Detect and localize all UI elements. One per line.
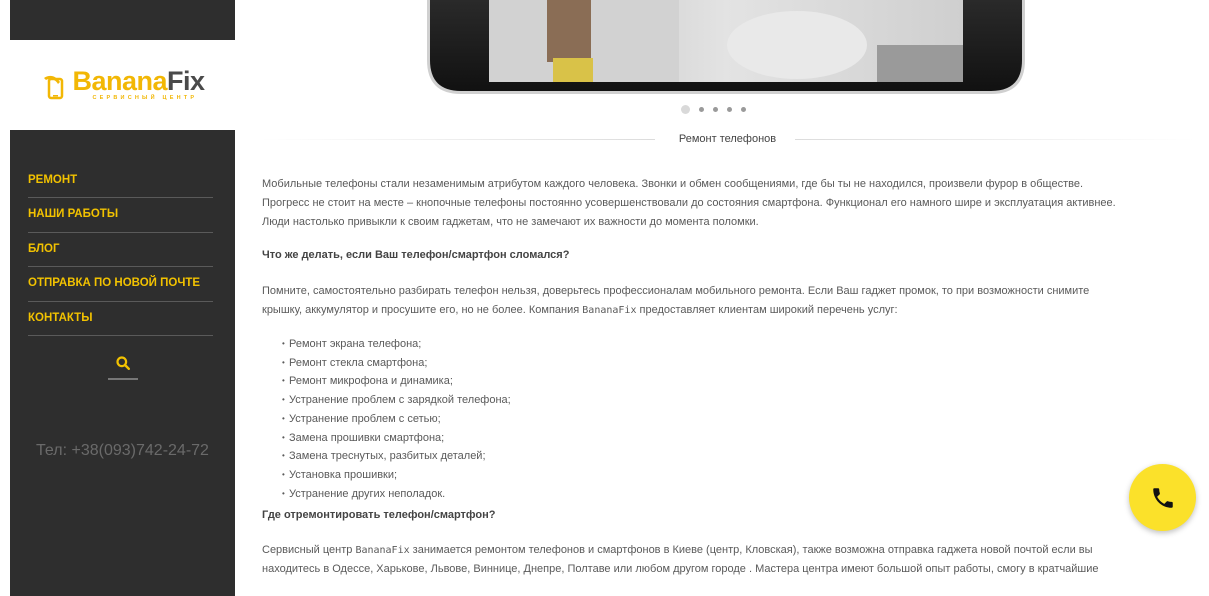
nav-item-our-works[interactable]: НАШИ РАБОТЫ: [28, 198, 213, 233]
slider-dot-2[interactable]: [699, 107, 704, 112]
article-body: Мобильные телефоны стали незаменимым атр…: [262, 175, 1192, 579]
heading-what-to-do: Что же делать, если Ваш телефон/смартфон…: [262, 249, 570, 261]
slider-dot-4[interactable]: [727, 107, 732, 112]
nav-item-repair[interactable]: РЕМОНТ: [28, 164, 213, 198]
logo-area: BananaFix СЕРВИСНЫЙ ЦЕНТР: [10, 40, 235, 130]
list-item: Устранение других неполадок.: [282, 485, 1192, 504]
main-content: Ремонт телефонов Мобильные телефоны стал…: [260, 0, 1195, 596]
main-nav: РЕМОНТ НАШИ РАБОТЫ БЛОГ ОТПРАВКА ПО НОВО…: [28, 164, 213, 336]
nav-item-blog[interactable]: БЛОГ: [28, 233, 213, 267]
phone-icon: [1152, 487, 1173, 508]
services-list: Ремонт экрана телефона; Ремонт стекла см…: [262, 335, 1192, 503]
heading-where-to-repair: Где отремонтировать телефон/смартфон?: [262, 509, 496, 522]
nav-item-contacts[interactable]: КОНТАКТЫ: [28, 302, 213, 336]
list-item: Ремонт микрофона и динамика;: [282, 372, 1192, 391]
sidebar-phone: Тел: +38(093)742-24-72: [36, 442, 209, 459]
brand-name: BananaFix: [355, 545, 410, 557]
divider: [260, 139, 655, 140]
slider-pagination: [681, 105, 746, 114]
logo-link[interactable]: BananaFix СЕРВИСНЫЙ ЦЕНТР: [40, 66, 205, 102]
paragraph-advice: Помните, самостоятельно разбирать телефо…: [262, 285, 1090, 316]
divider: [795, 139, 1195, 140]
paragraph-service-center: Сервисный центр BananaFix занимается рем…: [262, 544, 1099, 576]
slider-dot-1[interactable]: [681, 105, 690, 114]
list-item: Замена прошивки смартфона;: [282, 429, 1192, 448]
call-button[interactable]: [1129, 464, 1196, 531]
sidebar: BananaFix СЕРВИСНЫЙ ЦЕНТР РЕМОНТ НАШИ РА…: [10, 0, 235, 596]
search-icon: [115, 356, 130, 370]
section-title: Ремонт телефонов: [670, 133, 785, 145]
slider-dot-5[interactable]: [741, 107, 746, 112]
slider-dot-3[interactable]: [713, 107, 718, 112]
phone-slider-image: [427, 0, 1025, 94]
section-header: Ремонт телефонов: [260, 130, 1195, 148]
search-button[interactable]: [107, 356, 138, 380]
list-item: Ремонт стекла смартфона;: [282, 354, 1192, 373]
paragraph-intro: Мобильные телефоны стали незаменимым атр…: [262, 178, 1116, 228]
list-item: Устранение проблем с сетью;: [282, 410, 1192, 429]
list-item: Устранение проблем с зарядкой телефона;: [282, 391, 1192, 410]
list-item: Ремонт экрана телефона;: [282, 335, 1192, 354]
nav-item-nova-poshta-shipping[interactable]: ОТПРАВКА ПО НОВОЙ ПОЧТЕ: [28, 267, 213, 302]
brand-name: BananaFix: [582, 305, 637, 316]
list-item: Установка прошивки;: [282, 466, 1192, 485]
logo-subtitle: СЕРВИСНЫЙ ЦЕНТР: [92, 95, 198, 102]
banana-phone-logo-icon: [44, 75, 64, 100]
logo-name: BananaFix: [72, 66, 205, 97]
list-item: Замена треснутых, разбитых деталей;: [282, 447, 1192, 466]
